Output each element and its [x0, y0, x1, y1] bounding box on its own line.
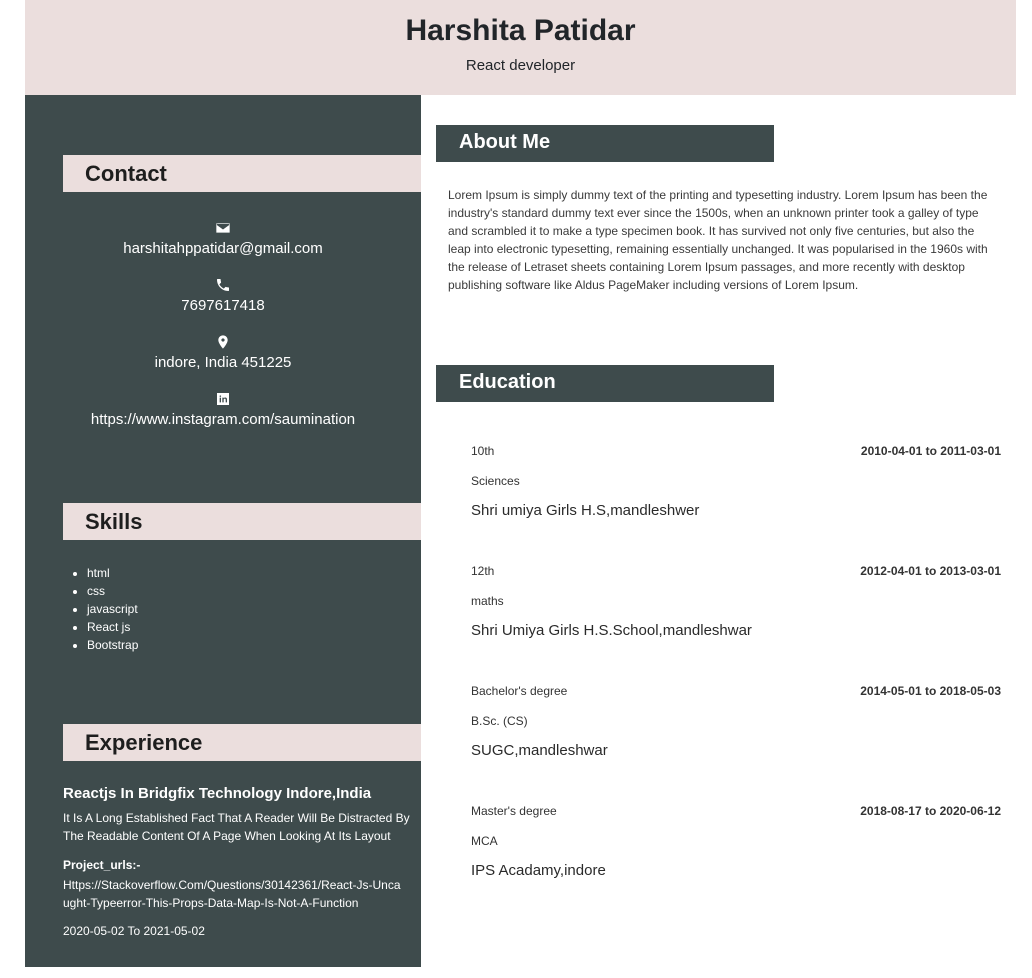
education-level: 10th [471, 444, 495, 458]
education-dates: 2018-08-17 to 2020-06-12 [860, 804, 1001, 818]
experience-heading: Experience [63, 724, 421, 761]
resume-role: React developer [465, 57, 576, 74]
education-school: SUGC,mandleshwar [471, 742, 608, 759]
about-text: Lorem Ipsum is simply dummy text of the … [448, 188, 988, 292]
linkedin-icon [25, 391, 421, 407]
education-school: Shri umiya Girls H.S,mandleshwer [471, 502, 700, 519]
skill-item: React js [87, 618, 138, 636]
education-field: MCA [471, 834, 498, 848]
education-dates: 2012-04-01 to 2013-03-01 [860, 564, 1001, 578]
skill-item: html [87, 564, 138, 582]
location-text: indore, India 451225 [154, 354, 292, 371]
education-field: B.Sc. (CS) [471, 714, 528, 728]
experience-heading-label: Experience [85, 730, 203, 755]
education-level: Master's degree [471, 804, 557, 818]
education-level: 12th [471, 564, 495, 578]
experience-title: Reactjs In Bridgfix Technology Indore,In… [63, 785, 372, 802]
education-field: maths [471, 594, 504, 608]
education-school: IPS Acadamy,indore [471, 862, 606, 879]
project-url[interactable]: Https://Stackoverflow.Com/Questions/3014… [63, 876, 403, 912]
education-entry: Master's degree 2018-08-17 to 2020-06-12… [471, 804, 1001, 894]
skill-item: css [87, 582, 138, 600]
experience-description: It Is A Long Established Fact That A Rea… [63, 811, 410, 843]
education-entry: 12th 2012-04-01 to 2013-03-01 maths Shri… [471, 564, 1001, 654]
contact-heading-label: Contact [85, 161, 167, 186]
education-field: Sciences [471, 474, 520, 488]
skills-list: html css javascript React js Bootstrap [65, 564, 138, 654]
social-link[interactable]: https://www.instagram.com/saumination [91, 411, 355, 428]
education-dates: 2010-04-01 to 2011-03-01 [860, 444, 1001, 458]
skill-item: Bootstrap [87, 636, 138, 654]
education-entry: Bachelor's degree 2014-05-01 to 2018-05-… [471, 684, 1001, 774]
contact-social: https://www.instagram.com/saumination [25, 391, 421, 429]
mail-icon [25, 220, 421, 236]
contact-heading: Contact [63, 155, 421, 192]
education-school: Shri Umiya Girls H.S.School,mandleshwar [471, 622, 752, 639]
location-pin-icon [25, 334, 421, 350]
contact-email: harshitahppatidar@gmail.com [25, 220, 421, 258]
education-dates: 2014-05-01 to 2018-05-03 [860, 684, 1001, 698]
education-heading: Education [436, 365, 774, 402]
skill-item: javascript [87, 600, 138, 618]
education-level: Bachelor's degree [471, 684, 568, 698]
experience-dates: 2020-05-02 To 2021-05-02 [63, 924, 205, 938]
resume-name: Harshita Patidar [405, 14, 636, 47]
email-text[interactable]: harshitahppatidar@gmail.com [123, 240, 323, 257]
resume-header: Harshita Patidar React developer [25, 0, 1016, 95]
contact-location: indore, India 451225 [25, 334, 421, 372]
sidebar: Contact harshitahppatidar@gmail.com 7697… [25, 95, 421, 967]
about-heading: About Me [436, 125, 774, 162]
education-heading-label: Education [459, 371, 556, 393]
about-heading-label: About Me [459, 131, 551, 153]
skills-heading: Skills [63, 503, 421, 540]
project-urls-label: Project_urls:- [63, 858, 141, 872]
phone-icon [25, 277, 421, 293]
skills-heading-label: Skills [85, 509, 143, 534]
contact-phone: 7697617418 [25, 277, 421, 315]
phone-text: 7697617418 [181, 297, 265, 314]
education-entry: 10th 2010-04-01 to 2011-03-01 Sciences S… [471, 444, 1001, 534]
